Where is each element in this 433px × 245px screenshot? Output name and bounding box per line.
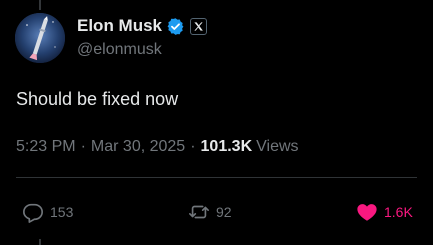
affiliation-badge[interactable] <box>190 17 208 35</box>
tweet-time[interactable]: 5:23 PM <box>16 138 76 156</box>
views-label: Views <box>256 138 299 155</box>
verified-badge-icon[interactable] <box>166 17 185 36</box>
reply-button[interactable]: 153 <box>22 201 73 223</box>
like-count: 1.6K <box>384 204 413 220</box>
reply-count: 153 <box>50 204 74 220</box>
like-button[interactable]: 1.6K <box>356 201 413 223</box>
meta-separator: · <box>80 138 86 155</box>
repost-count: 92 <box>216 204 232 220</box>
reply-icon <box>23 203 43 223</box>
heart-filled-icon <box>357 204 377 221</box>
repost-button[interactable]: 92 <box>188 201 232 223</box>
tweet-date[interactable]: Mar 30, 2025 <box>91 138 185 156</box>
repost-icon <box>189 205 209 219</box>
x-logo-icon <box>194 21 203 31</box>
avatar-image <box>15 13 65 63</box>
thread-line-bottom <box>39 239 41 245</box>
avatar[interactable] <box>15 13 65 63</box>
tweet-meta: 5:23 PM · Mar 30, 2025 · 101.3K Views <box>16 138 299 156</box>
user-handle[interactable]: @elonmusk <box>77 41 162 59</box>
divider <box>16 177 417 178</box>
tweet-text: Should be fixed now <box>16 89 179 109</box>
views-count[interactable]: 101.3K <box>201 138 253 156</box>
display-name[interactable]: Elon Musk <box>77 16 162 36</box>
meta-separator: · <box>190 138 196 155</box>
name-row: Elon Musk <box>77 15 208 37</box>
thread-line-top <box>39 0 41 10</box>
